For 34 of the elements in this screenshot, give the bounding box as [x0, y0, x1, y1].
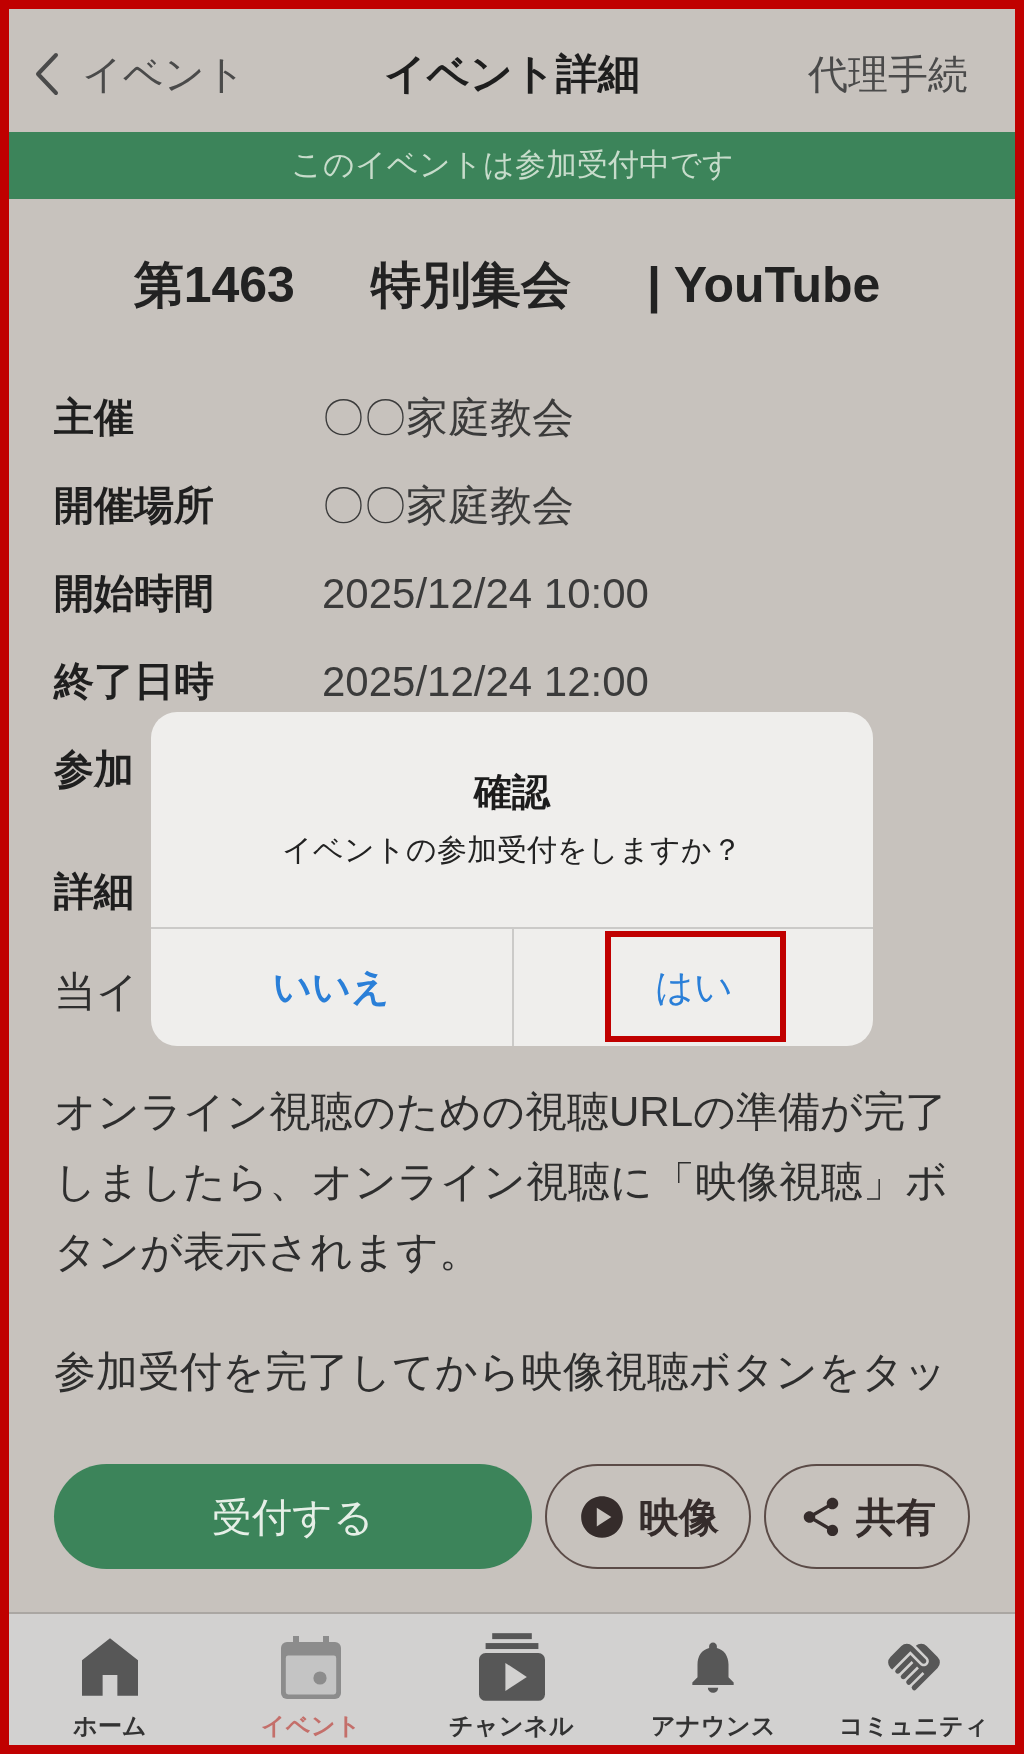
calendar-icon [280, 1635, 341, 1699]
section-heading: 詳細 [54, 868, 134, 915]
detail-label: 開催場所 [54, 482, 214, 529]
dialog-button[interactable]: いいえ [273, 959, 390, 1016]
dialog-button[interactable]: はい [654, 959, 733, 1016]
video-library-icon [479, 1633, 545, 1701]
proxy-button[interactable]: 代理手続 [808, 53, 968, 94]
chevron-left-icon [34, 51, 60, 96]
event-number: 第1463 [133, 260, 295, 310]
tab-item[interactable]: アナウンス [612, 1614, 814, 1745]
back-button[interactable]: イベント [34, 51, 246, 96]
event-title: 特別集会 [370, 260, 571, 310]
detail-label: 参加 [54, 746, 134, 793]
description-text: 当イ [54, 967, 139, 1017]
detail-label: 開始時間 [54, 570, 214, 617]
detail-label: 主催 [54, 394, 134, 441]
detail-label: 終了日時 [54, 658, 214, 705]
video-button[interactable]: 映像 [545, 1464, 751, 1569]
detail-value: 2025/12/24 12:00 [322, 656, 649, 707]
dialog-title: 確認 [474, 770, 550, 815]
tab-item[interactable]: ホーム [9, 1614, 211, 1745]
detail-value: 2025/12/24 10:00 [322, 568, 649, 619]
status-banner: このイベントは参加受付中です [9, 132, 1015, 199]
detail-value: 〇〇家庭教会 [322, 392, 574, 443]
share-button[interactable]: 共有 [764, 1464, 970, 1569]
detail-value: 〇〇家庭教会 [322, 480, 574, 531]
tab-item[interactable]: コミュニティ [813, 1614, 1015, 1745]
tab-item[interactable]: チャンネル [411, 1614, 613, 1745]
register-button[interactable]: 受付する [54, 1464, 532, 1569]
dialog-message: イベントの参加受付をしますか？ [282, 832, 742, 868]
description-text: オンライン視聴のための視聴URLの準備が完了しましたら、オンライン視聴に「映像視聴」ボタンが表示されます。 [54, 1087, 949, 1277]
description-text: 参加受付を完了してから映像視聴ボタンをタッ [54, 1347, 947, 1397]
home-icon [81, 1638, 138, 1696]
page-title: イベント詳細 [384, 52, 640, 95]
